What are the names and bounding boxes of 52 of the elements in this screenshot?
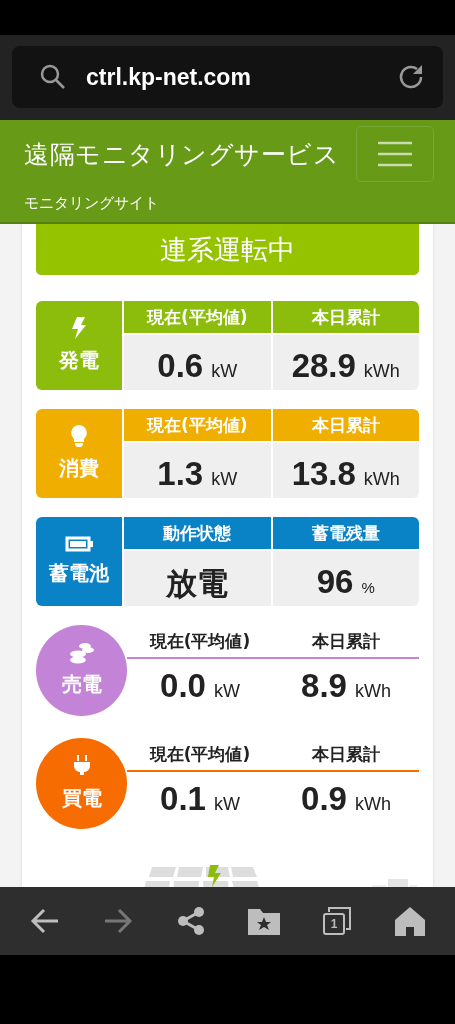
category-label: 蓄電池 (49, 560, 109, 587)
unit-label: kW (211, 469, 238, 490)
value-number: 1.3 (157, 455, 204, 493)
category-label: 発電 (59, 347, 99, 374)
lightning-icon (72, 317, 86, 339)
value-number: 13.8 (291, 455, 356, 493)
value-number: 28.9 (291, 347, 356, 385)
column-header: 現在(平均値) (124, 409, 271, 441)
lightbulb-icon (71, 425, 87, 447)
home-icon (394, 906, 427, 936)
column-header: 本日累計 (272, 409, 419, 441)
category-label: 買電 (61, 784, 102, 812)
address-bar[interactable]: ctrl.kp-net.com (12, 46, 443, 108)
status-value: 放電 (166, 564, 229, 603)
site-subtitle: モニタリングサイト (24, 194, 160, 213)
unit-label: kWh (354, 794, 391, 815)
unit-label: kW (211, 361, 238, 382)
value-number: 0.1 (160, 780, 206, 818)
unit-label: kWh (363, 361, 400, 382)
column-header: 蓄電残量 (272, 517, 419, 549)
column-header: 現在(平均値) (148, 742, 252, 766)
value-number: 0.9 (301, 780, 347, 818)
building-drawing (372, 879, 417, 887)
unit-label: kWh (354, 681, 391, 702)
forward-arrow-icon (102, 907, 133, 935)
status-banner: 連系運転中 (36, 224, 419, 275)
value-number: 96 (316, 563, 354, 601)
unit-label: kW (213, 794, 240, 815)
share-icon (175, 906, 206, 936)
unit-label: % (361, 579, 375, 596)
search-icon (40, 64, 66, 90)
category-label: 売電 (61, 670, 102, 698)
column-header: 本日累計 (272, 301, 419, 333)
column-header: 動作状態 (124, 517, 271, 549)
toolbar-button[interactable]: 1 (307, 896, 368, 946)
star-folder-icon (248, 907, 281, 935)
site-title: 遠隔モニタリングサービス (24, 138, 339, 171)
category-label: 消費 (59, 455, 99, 482)
coins-icon (68, 642, 95, 665)
column-header: 現在(平均値) (124, 301, 271, 333)
back-arrow-icon (29, 907, 60, 935)
value-number: 0.0 (160, 667, 206, 705)
battery-icon (65, 536, 93, 552)
unit-label: kW (213, 681, 240, 702)
value-number: 8.9 (301, 667, 347, 705)
column-header: 本日累計 (311, 742, 381, 766)
column-header: 現在(平均値) (148, 629, 252, 653)
unit-label: kWh (363, 469, 400, 490)
reload-icon[interactable] (397, 63, 425, 91)
value-number: 0.6 (157, 347, 204, 385)
column-header: 本日累計 (311, 629, 381, 653)
menu-icon (378, 141, 412, 167)
